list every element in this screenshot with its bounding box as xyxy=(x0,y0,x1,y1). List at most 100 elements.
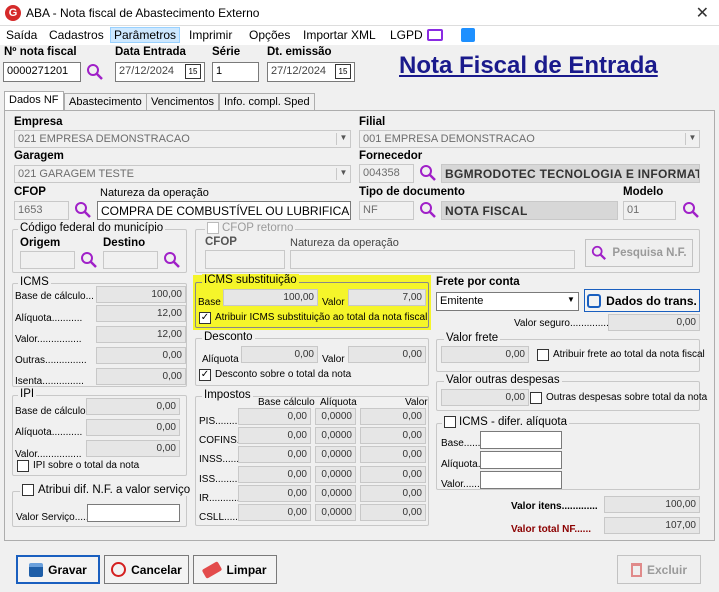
serie-input[interactable]: 1 xyxy=(212,62,259,82)
outras-despesas-title: Valor outras despesas xyxy=(444,374,562,386)
icms-difer-checkbox[interactable] xyxy=(444,416,456,428)
ipi-valor-label: Valor................ xyxy=(15,449,82,460)
cfop-retorno-checkbox[interactable] xyxy=(207,222,219,234)
cfop-label: CFOP xyxy=(14,186,46,198)
origem-input[interactable] xyxy=(20,251,75,269)
valor-servico-input[interactable] xyxy=(87,504,180,522)
icms-valor-label: Valor................ xyxy=(15,334,82,345)
icms-st-valor-label: Valor xyxy=(322,297,345,308)
destino-input[interactable] xyxy=(103,251,158,269)
limpar-button[interactable]: Limpar xyxy=(193,555,277,584)
cfop-retorno-natureza-input[interactable] xyxy=(290,250,575,269)
atribui-servico-label: Atribui dif. N.F. a valor serviço xyxy=(38,484,191,496)
csll-base: 0,00 xyxy=(238,504,311,521)
tab-vencimentos[interactable]: Vencimentos xyxy=(146,93,219,111)
icms-difer-base-input[interactable] xyxy=(480,431,562,449)
menu-importar-xml[interactable]: Importar XML xyxy=(303,28,376,42)
icms-difer-label: ICMS - difer. alíquota xyxy=(459,416,568,428)
calendar-icon[interactable]: 15 xyxy=(185,64,201,79)
icms-st-checkbox[interactable]: ✓ xyxy=(199,312,211,324)
icms-base-value: 100,00 xyxy=(96,286,186,303)
csll-valor: 0,00 xyxy=(360,504,426,521)
search-icon[interactable] xyxy=(419,201,437,219)
valor-servico-label: Valor Serviço...... xyxy=(16,512,92,523)
tab-abastecimento[interactable]: Abastecimento xyxy=(64,93,147,111)
chevron-down-icon: ▼ xyxy=(336,133,350,145)
app-icon: G xyxy=(5,5,21,21)
menu-imprimir[interactable]: Imprimir xyxy=(189,28,232,42)
empresa-label: Empresa xyxy=(14,116,63,128)
search-icon[interactable] xyxy=(682,201,700,219)
cfop-retorno-input[interactable] xyxy=(205,250,285,269)
icms-title: ICMS xyxy=(18,276,51,288)
menu-parametros[interactable]: Parâmetros xyxy=(110,27,181,43)
pis-aliquota: 0,0000 xyxy=(315,408,356,425)
tab-info-compl-sped[interactable]: Info. compl. Sped xyxy=(219,93,315,111)
atribui-servico-checkbox[interactable] xyxy=(22,484,34,496)
ipi-base-value: 0,00 xyxy=(86,398,180,415)
frete-select[interactable]: Emitente ▼ xyxy=(436,292,579,311)
cfop-retorno-label: CFOP xyxy=(205,236,237,248)
icms-aliquota-label: Alíquota........... xyxy=(15,313,83,324)
tipo-documento-code[interactable]: NF xyxy=(359,201,414,220)
monitor-icon[interactable] xyxy=(427,29,443,41)
tab-dados-nf[interactable]: Dados NF xyxy=(4,91,64,111)
icms-difer-valor-input[interactable] xyxy=(480,471,562,489)
pis-valor: 0,00 xyxy=(360,408,426,425)
ipi-checkbox[interactable] xyxy=(17,460,29,472)
cancel-icon xyxy=(111,562,127,577)
pis-base: 0,00 xyxy=(238,408,311,425)
search-icon[interactable] xyxy=(86,63,104,81)
dados-trans-button[interactable]: Dados do trans. xyxy=(584,289,700,312)
filial-select[interactable]: 001 EMPRESA DEMONSTRACAO ▼ xyxy=(359,130,700,148)
garagem-select[interactable]: 021 GARAGEM TESTE ▼ xyxy=(14,165,351,183)
limpar-label: Limpar xyxy=(226,562,267,577)
calendar-icon[interactable]: 15 xyxy=(335,64,351,79)
menu-cadastros[interactable]: Cadastros xyxy=(49,28,104,42)
trash-icon xyxy=(630,562,642,577)
menu-bar: Saída Cadastros Parâmetros Imprimir Opçõ… xyxy=(0,26,719,45)
impostos-col-aliquota: Alíquota xyxy=(320,397,357,408)
modelo-input[interactable]: 01 xyxy=(623,201,676,220)
eraser-icon xyxy=(202,560,223,579)
ir-base: 0,00 xyxy=(238,485,311,502)
app-shortcut-icon[interactable] xyxy=(461,28,475,42)
icms-st-title: ICMS substituição xyxy=(202,274,299,286)
valor-frete-title: Valor frete xyxy=(444,332,501,344)
cofins-aliquota: 0,0000 xyxy=(315,427,356,444)
search-icon[interactable] xyxy=(80,251,98,269)
menu-lgpd[interactable]: LGPD xyxy=(390,28,423,42)
fornecedor-code[interactable]: 004358 xyxy=(359,164,414,183)
excluir-button[interactable]: Excluir xyxy=(617,555,701,584)
desconto-valor-label: Valor xyxy=(322,354,345,365)
seguro-label: Valor seguro................... xyxy=(514,318,623,329)
chevron-down-icon: ▼ xyxy=(336,168,350,180)
search-icon[interactable] xyxy=(419,164,437,182)
close-icon[interactable]: ✕ xyxy=(696,3,709,23)
gravar-button[interactable]: Gravar xyxy=(16,555,100,584)
icms-difer-aliquota-input[interactable] xyxy=(480,451,562,469)
cofins-base: 0,00 xyxy=(238,427,311,444)
outras-despesas-checkbox[interactable] xyxy=(530,392,542,404)
csll-aliquota: 0,0000 xyxy=(315,504,356,521)
valor-total-nf-value: 107,00 xyxy=(604,517,700,534)
frete-checkbox[interactable] xyxy=(537,349,549,361)
search-icon[interactable] xyxy=(74,201,92,219)
menu-saida[interactable]: Saída xyxy=(6,28,37,42)
cfop-input[interactable]: 1653 xyxy=(14,201,69,220)
frete-check-label: Atribuir frete ao total da nota fiscal xyxy=(553,349,705,360)
empresa-select[interactable]: 021 EMPRESA DEMONSTRACAO ▼ xyxy=(14,130,351,148)
menu-opcoes[interactable]: Opções xyxy=(249,28,290,42)
cancelar-button[interactable]: Cancelar xyxy=(104,555,189,584)
desconto-checkbox[interactable]: ✓ xyxy=(199,369,211,381)
desconto-check-label: Desconto sobre o total da nota xyxy=(215,369,352,380)
impostos-col-base: Base cálculo xyxy=(258,397,315,408)
pesquisa-nf-button[interactable]: Pesquisa N.F. xyxy=(585,239,693,267)
nota-input[interactable]: 0000271201 xyxy=(3,62,81,82)
data-entrada-label: Data Entrada xyxy=(115,46,186,58)
search-icon xyxy=(592,245,607,261)
search-icon[interactable] xyxy=(163,251,181,269)
copy-icon xyxy=(587,293,602,308)
natureza-input[interactable]: COMPRA DE COMBUSTÍVEL OU LUBRIFICANTE xyxy=(97,201,351,220)
icms-outras-value: 0,00 xyxy=(96,347,186,364)
